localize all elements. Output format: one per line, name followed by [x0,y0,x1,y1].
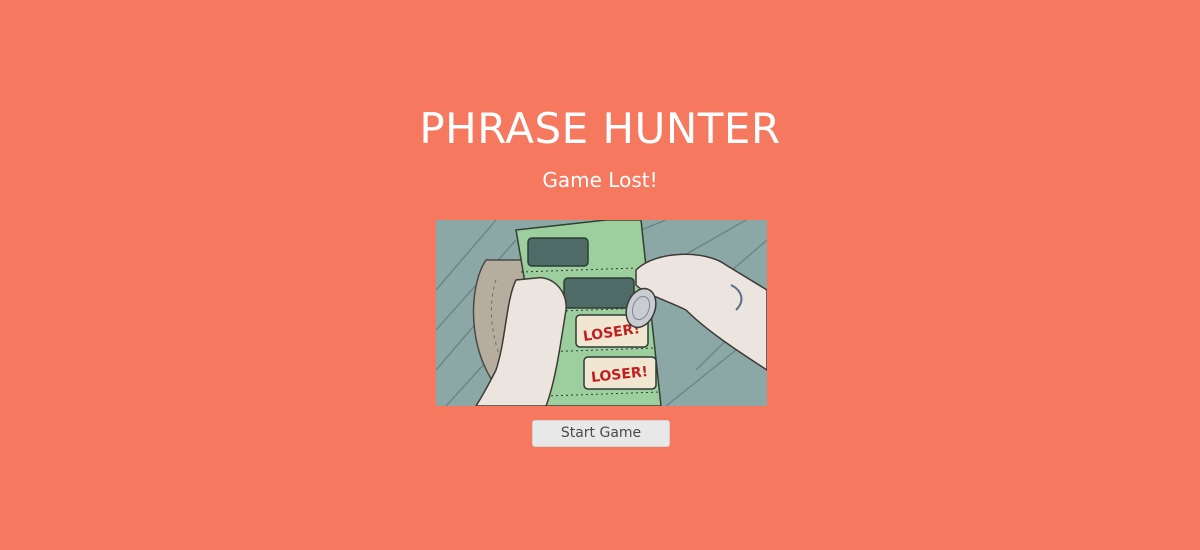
game-over-overlay: PHRASE HUNTER Game Lost! LOSER! LOSER! S… [0,0,1200,550]
start-game-button[interactable]: Start Game [532,420,670,447]
game-result-message: Game Lost! [542,168,658,192]
lost-illustration: LOSER! LOSER! [436,220,767,406]
game-title: PHRASE HUNTER [419,104,781,153]
